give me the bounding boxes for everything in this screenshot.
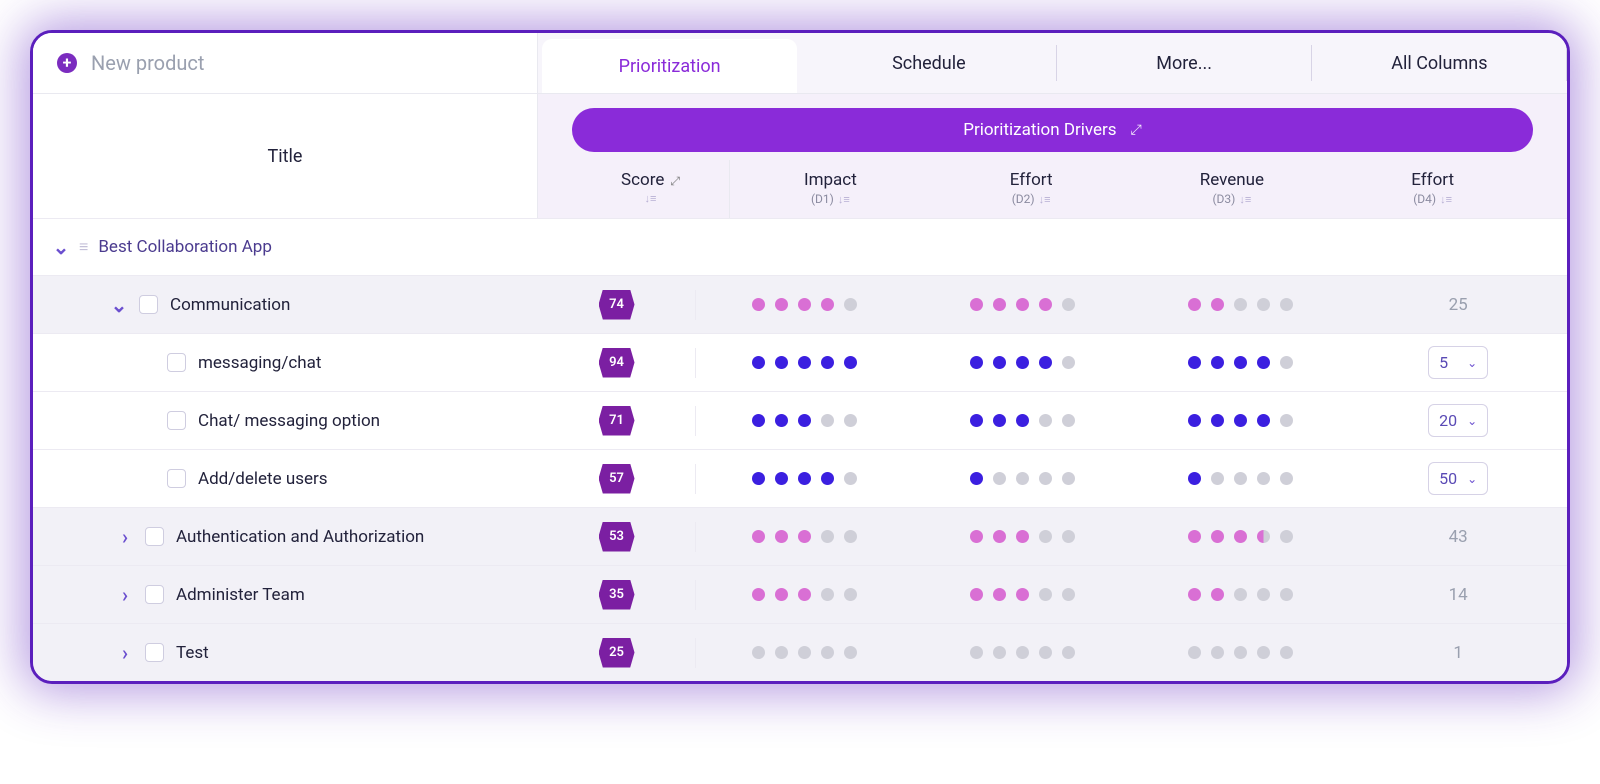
d4-value: 43 <box>1449 527 1468 547</box>
table-row: Add/delete users 57 50⌄ <box>33 449 1567 507</box>
effort-dots[interactable] <box>914 404 1132 437</box>
table-row: Communication 74 25 <box>33 275 1567 333</box>
revenue-header[interactable]: Revenue (D3) ↓≡ <box>1132 160 1333 218</box>
impact-dots[interactable] <box>696 295 914 315</box>
view-tabs: Prioritization Schedule More... All Colu… <box>538 33 1567 93</box>
d4-select[interactable]: 50⌄ <box>1428 462 1488 495</box>
table-row: Administer Team 35 14 <box>33 565 1567 623</box>
d4-value: 1 <box>1453 643 1463 663</box>
sort-icon: ↓≡ <box>645 192 657 205</box>
row-title[interactable]: Administer Team <box>176 585 305 605</box>
row-checkbox[interactable] <box>145 527 164 546</box>
new-product-label: New product <box>91 51 204 75</box>
row-title[interactable]: Chat/ messaging option <box>198 411 380 431</box>
new-product-button[interactable]: + New product <box>33 33 538 93</box>
effort-dots[interactable] <box>914 346 1132 379</box>
title-column-header[interactable]: Title <box>33 94 538 218</box>
revenue-dots[interactable] <box>1132 462 1350 495</box>
row-checkbox[interactable] <box>167 353 186 372</box>
effort-header[interactable]: Effort (D2) ↓≡ <box>931 160 1132 218</box>
impact-dots[interactable] <box>696 404 914 437</box>
score-badge[interactable]: 53 <box>599 522 635 552</box>
row-title[interactable]: Authentication and Authorization <box>176 527 424 547</box>
driver-column-headers: Score⤢ ↓≡ Impact (D1) ↓≡ Effort (D2) ↓≡ … <box>572 160 1533 218</box>
chevron-right-icon[interactable] <box>117 527 133 547</box>
row-checkbox[interactable] <box>167 411 186 430</box>
group-title: Best Collaboration App <box>98 237 272 257</box>
d4-select[interactable]: 5⌄ <box>1428 346 1488 379</box>
effort-dots[interactable] <box>914 643 1132 663</box>
revenue-dots[interactable] <box>1132 527 1350 547</box>
table-row: messaging/chat 94 5⌄ <box>33 333 1567 391</box>
revenue-dots[interactable] <box>1132 643 1350 663</box>
effort-dots[interactable] <box>914 585 1132 605</box>
impact-header[interactable]: Impact (D1) ↓≡ <box>730 160 931 218</box>
score-badge[interactable]: 71 <box>599 406 635 436</box>
table-row: Chat/ messaging option 71 20⌄ <box>33 391 1567 449</box>
expand-icon: ⤢ <box>670 174 680 188</box>
impact-dots[interactable] <box>696 585 914 605</box>
tab-prioritization[interactable]: Prioritization <box>542 39 797 93</box>
revenue-dots[interactable] <box>1132 295 1350 315</box>
d4-value: 25 <box>1449 295 1468 315</box>
chevron-right-icon[interactable] <box>117 585 133 605</box>
d4-select[interactable]: 20⌄ <box>1428 404 1488 437</box>
impact-dots[interactable] <box>696 527 914 547</box>
group-row[interactable]: ≡ Best Collaboration App <box>33 218 1567 275</box>
app-frame: + New product Prioritization Schedule Mo… <box>30 30 1570 684</box>
effort-dots[interactable] <box>914 462 1132 495</box>
sort-icon: ↓≡ <box>1239 193 1251 206</box>
tab-all-columns[interactable]: All Columns <box>1312 33 1567 93</box>
sort-icon: ↓≡ <box>1039 193 1051 206</box>
impact-dots[interactable] <box>696 643 914 663</box>
row-title[interactable]: messaging/chat <box>198 353 321 373</box>
expand-icon: ⤢ <box>1131 122 1142 138</box>
effort-d4-header[interactable]: Effort (D4) ↓≡ <box>1332 160 1533 218</box>
revenue-dots[interactable] <box>1132 404 1350 437</box>
chevron-down-icon: ⌄ <box>1467 414 1477 428</box>
score-badge[interactable]: 25 <box>599 638 635 668</box>
sort-icon: ↓≡ <box>1440 193 1452 206</box>
score-badge[interactable]: 35 <box>599 580 635 610</box>
impact-dots[interactable] <box>696 346 914 379</box>
tab-divider <box>1566 45 1567 81</box>
revenue-dots[interactable] <box>1132 346 1350 379</box>
row-checkbox[interactable] <box>145 643 164 662</box>
score-header[interactable]: Score⤢ ↓≡ <box>572 160 730 218</box>
row-checkbox[interactable] <box>145 585 164 604</box>
row-checkbox[interactable] <box>139 295 158 314</box>
revenue-dots[interactable] <box>1132 585 1350 605</box>
score-badge[interactable]: 94 <box>599 348 635 378</box>
column-headers: Title Prioritization Drivers ⤢ Score⤢ ↓≡… <box>33 94 1567 218</box>
score-badge[interactable]: 57 <box>599 464 635 494</box>
tab-schedule[interactable]: Schedule <box>801 33 1056 93</box>
chevron-down-icon: ⌄ <box>1467 356 1477 370</box>
chevron-down-icon[interactable] <box>111 301 127 309</box>
list-icon: ≡ <box>79 237 88 257</box>
score-badge[interactable]: 74 <box>599 290 635 320</box>
prioritization-drivers-button[interactable]: Prioritization Drivers ⤢ <box>572 108 1533 152</box>
row-title[interactable]: Communication <box>170 295 290 315</box>
tab-more[interactable]: More... <box>1057 33 1312 93</box>
effort-dots[interactable] <box>914 527 1132 547</box>
sort-icon: ↓≡ <box>838 193 850 206</box>
impact-dots[interactable] <box>696 462 914 495</box>
top-bar: + New product Prioritization Schedule Mo… <box>33 33 1567 94</box>
chevron-right-icon[interactable] <box>117 643 133 663</box>
chevron-down-icon: ⌄ <box>1467 472 1477 486</box>
row-title[interactable]: Add/delete users <box>198 469 328 489</box>
table-row: Authentication and Authorization 53 43 <box>33 507 1567 565</box>
plus-circle-icon: + <box>57 53 77 73</box>
drivers-panel: Prioritization Drivers ⤢ Score⤢ ↓≡ Impac… <box>538 94 1567 218</box>
row-title[interactable]: Test <box>176 643 209 663</box>
row-checkbox[interactable] <box>167 469 186 488</box>
d4-value: 14 <box>1449 585 1468 605</box>
effort-dots[interactable] <box>914 295 1132 315</box>
table-row: Test 25 1 <box>33 623 1567 681</box>
chevron-down-icon[interactable] <box>53 243 69 251</box>
